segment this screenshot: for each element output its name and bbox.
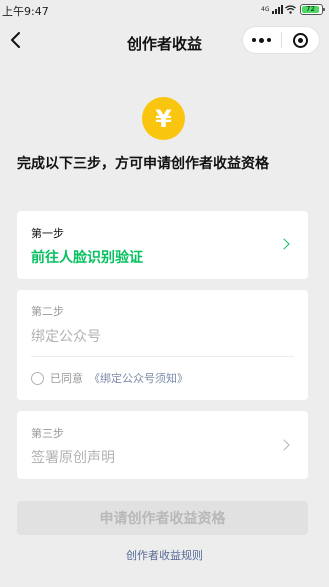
nav-bar: 创作者收益 bbox=[0, 20, 329, 64]
step-title: 签署原创声明 bbox=[31, 450, 115, 466]
more-dot-icon bbox=[267, 38, 272, 42]
agreement-radio[interactable] bbox=[31, 371, 44, 385]
agreement-row[interactable]: 已同意 《绑定公众号须知》 bbox=[31, 370, 188, 386]
step-label: 第二步 bbox=[31, 305, 64, 318]
battery-icon: 72 bbox=[300, 4, 325, 15]
status-icons: 4G 72 bbox=[261, 4, 325, 15]
more-dot-icon bbox=[252, 38, 257, 42]
status-time: 上午9:47 bbox=[2, 5, 49, 18]
more-dot-icon bbox=[259, 37, 265, 43]
step-title: 前往人脸识别验证 bbox=[31, 250, 143, 266]
signal-icon bbox=[272, 5, 283, 14]
step-title: 绑定公众号 bbox=[31, 329, 101, 345]
close-mini-program-button[interactable] bbox=[281, 27, 319, 53]
apply-button[interactable]: 申请创作者收益资格 bbox=[17, 501, 308, 535]
battery-level: 72 bbox=[306, 5, 315, 13]
wifi-icon bbox=[285, 5, 296, 14]
divider bbox=[31, 356, 294, 357]
target-icon bbox=[292, 32, 308, 48]
step-card-face-verification[interactable]: 第一步 前往人脸识别验证 bbox=[17, 211, 308, 279]
network-type: 4G bbox=[261, 5, 270, 13]
mini-program-capsule bbox=[242, 26, 320, 54]
more-options-button[interactable] bbox=[243, 27, 281, 53]
step-label: 第一步 bbox=[31, 227, 64, 240]
step-card-original-statement: 第三步 签署原创声明 bbox=[17, 411, 308, 479]
agreement-link[interactable]: 《绑定公众号须知》 bbox=[89, 370, 188, 386]
step-label: 第三步 bbox=[31, 427, 64, 440]
chevron-right-icon bbox=[278, 238, 290, 250]
step-card-bind-account: 第二步 绑定公众号 已同意 《绑定公众号须知》 bbox=[17, 290, 308, 400]
headline: 完成以下三步，方可申请创作者收益资格 bbox=[17, 156, 269, 172]
yuan-coin-icon: ¥ bbox=[142, 97, 185, 140]
chevron-right-icon bbox=[278, 439, 290, 451]
agreement-prefix: 已同意 bbox=[50, 372, 83, 385]
rules-link[interactable]: 创作者收益规则 bbox=[0, 547, 329, 563]
status-bar: 上午9:47 4G 72 bbox=[0, 0, 329, 20]
